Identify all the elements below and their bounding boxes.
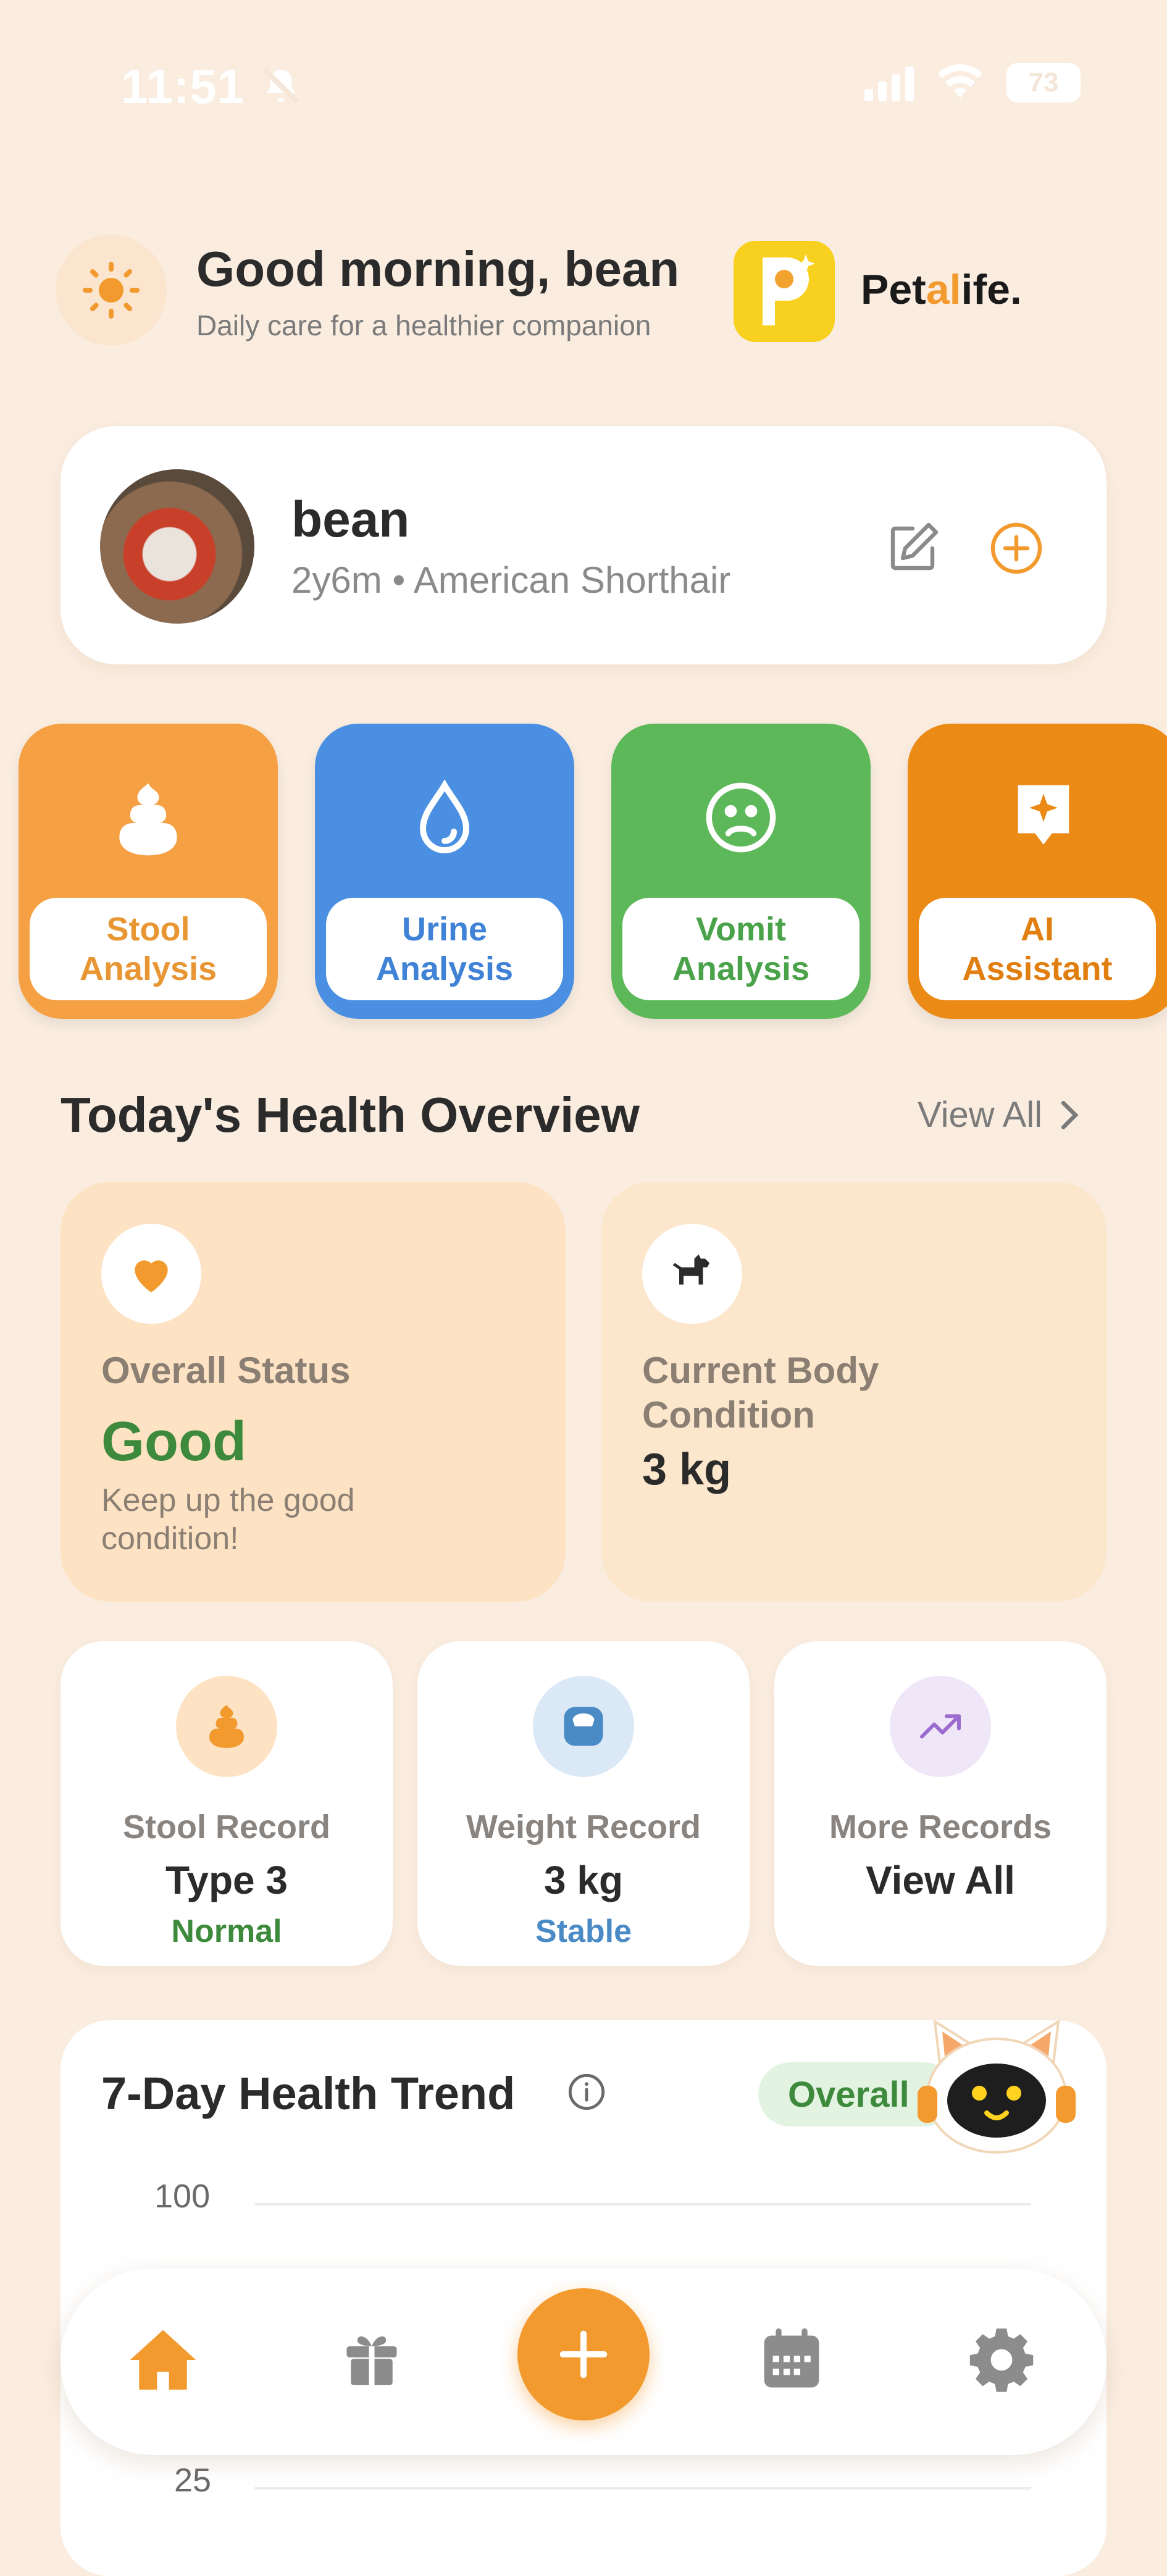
stool-record-card[interactable]: Stool Record Type 3 Normal bbox=[61, 1641, 393, 1966]
brand-name-accent: al bbox=[926, 266, 961, 313]
overall-status-card[interactable]: Overall Status Good Keep up the good con… bbox=[61, 1182, 566, 1602]
more-records-value: View All bbox=[866, 1858, 1015, 1902]
battery-level: 73 bbox=[1028, 67, 1059, 98]
pet-avatar[interactable] bbox=[100, 469, 254, 624]
gridline-100 bbox=[254, 2203, 1031, 2206]
nav-home-icon[interactable] bbox=[127, 2324, 199, 2399]
silent-bell-icon bbox=[259, 64, 303, 111]
weight-record-value: 3 kg bbox=[543, 1858, 624, 1902]
signal-icon bbox=[864, 64, 914, 101]
overall-status-label: Overall Status bbox=[101, 1350, 351, 1391]
info-icon[interactable] bbox=[567, 2072, 606, 2115]
droplet-icon bbox=[315, 779, 574, 859]
pet-name: bean bbox=[291, 491, 410, 548]
view-all-label: View All bbox=[918, 1095, 1043, 1135]
weight-record-status: Stable bbox=[535, 1913, 632, 1949]
weight-record-label: Weight Record bbox=[466, 1809, 701, 1846]
stool-record-value: Type 3 bbox=[165, 1858, 288, 1902]
poop-icon bbox=[19, 779, 278, 859]
vomit-analysis-label: Vomit Analysis bbox=[622, 898, 860, 1000]
ai-assistant-label: AI Assistant bbox=[919, 898, 1156, 1000]
body-condition-label: Current Body Condition bbox=[642, 1350, 879, 1436]
add-pet-icon[interactable] bbox=[987, 519, 1046, 581]
nav-calendar-icon[interactable] bbox=[757, 2324, 826, 2396]
poop-icon bbox=[176, 1676, 277, 1777]
greeting-subtitle: Daily care for a healthier companion bbox=[196, 309, 651, 341]
stool-record-label: Stool Record bbox=[122, 1809, 331, 1846]
brand-name-pre: Pet bbox=[861, 266, 926, 313]
stool-analysis-button[interactable]: Stool Analysis bbox=[19, 724, 278, 1019]
heart-icon bbox=[101, 1224, 201, 1324]
body-condition-value: 3 kg bbox=[642, 1445, 732, 1494]
dog-icon bbox=[642, 1224, 742, 1324]
greeting-title: Good morning, bean bbox=[196, 241, 680, 296]
y-axis-label-25: 25 bbox=[174, 2462, 212, 2499]
status-icons: 73 bbox=[864, 62, 1081, 103]
scale-icon bbox=[533, 1676, 634, 1777]
trend-up-icon bbox=[890, 1676, 991, 1777]
ai-assistant-line2: Assistant bbox=[962, 950, 1113, 987]
vomit-analysis-line2: Analysis bbox=[672, 950, 810, 987]
view-all-link[interactable]: View All bbox=[918, 1094, 1082, 1135]
health-overview-title: Today's Health Overview bbox=[61, 1087, 640, 1142]
stool-analysis-label: Stool Analysis bbox=[30, 898, 267, 1000]
petalife-logo-icon bbox=[734, 241, 835, 342]
sad-face-icon bbox=[611, 779, 871, 856]
brand-name: Petalife. bbox=[861, 266, 1022, 314]
status-time: 11:51 bbox=[121, 59, 245, 114]
gridline-25 bbox=[254, 2487, 1031, 2490]
more-records-label: More Records bbox=[829, 1809, 1052, 1846]
battery-icon: 73 bbox=[1006, 62, 1081, 102]
stool-analysis-line2: Analysis bbox=[79, 950, 217, 987]
overall-status-value: Good bbox=[101, 1411, 246, 1473]
urine-analysis-button[interactable]: Urine Analysis bbox=[315, 724, 574, 1019]
more-records-card[interactable]: More Records View All bbox=[774, 1641, 1106, 1966]
add-record-button[interactable] bbox=[517, 2288, 650, 2420]
brand-name-post: ife. bbox=[961, 266, 1022, 313]
sparkle-chat-icon bbox=[908, 779, 1167, 853]
stool-record-status: Normal bbox=[171, 1913, 282, 1949]
health-trend-title: 7-Day Health Trend bbox=[101, 2068, 516, 2119]
ai-assistant-line1: AI bbox=[1021, 911, 1054, 948]
vomit-analysis-button[interactable]: Vomit Analysis bbox=[611, 724, 871, 1019]
ai-assistant-button[interactable]: AI Assistant bbox=[908, 724, 1167, 1019]
weather-sun-icon bbox=[56, 235, 167, 346]
urine-analysis-line2: Analysis bbox=[375, 950, 514, 987]
chevron-right-icon bbox=[1061, 1101, 1079, 1129]
robot-cat-mascot-icon[interactable] bbox=[910, 2014, 1083, 2165]
stool-analysis-line1: Stool bbox=[106, 911, 190, 948]
nav-gift-icon[interactable] bbox=[338, 2324, 405, 2394]
overall-status-desc: Keep up the good condition! bbox=[101, 1482, 355, 1557]
wifi-icon bbox=[935, 62, 985, 103]
vomit-analysis-line1: Vomit bbox=[696, 911, 786, 948]
y-axis-label-100: 100 bbox=[154, 2178, 211, 2215]
urine-analysis-line1: Urine bbox=[401, 911, 488, 948]
urine-analysis-label: Urine Analysis bbox=[326, 898, 563, 1000]
nav-settings-icon[interactable] bbox=[966, 2324, 1037, 2399]
body-condition-card[interactable]: Current Body Condition 3 kg bbox=[601, 1182, 1106, 1602]
weight-record-card[interactable]: Weight Record 3 kg Stable bbox=[417, 1641, 750, 1966]
edit-icon[interactable] bbox=[883, 519, 942, 581]
plus-icon bbox=[559, 2330, 608, 2378]
pet-info: 2y6m • American Shorthair bbox=[291, 559, 731, 601]
